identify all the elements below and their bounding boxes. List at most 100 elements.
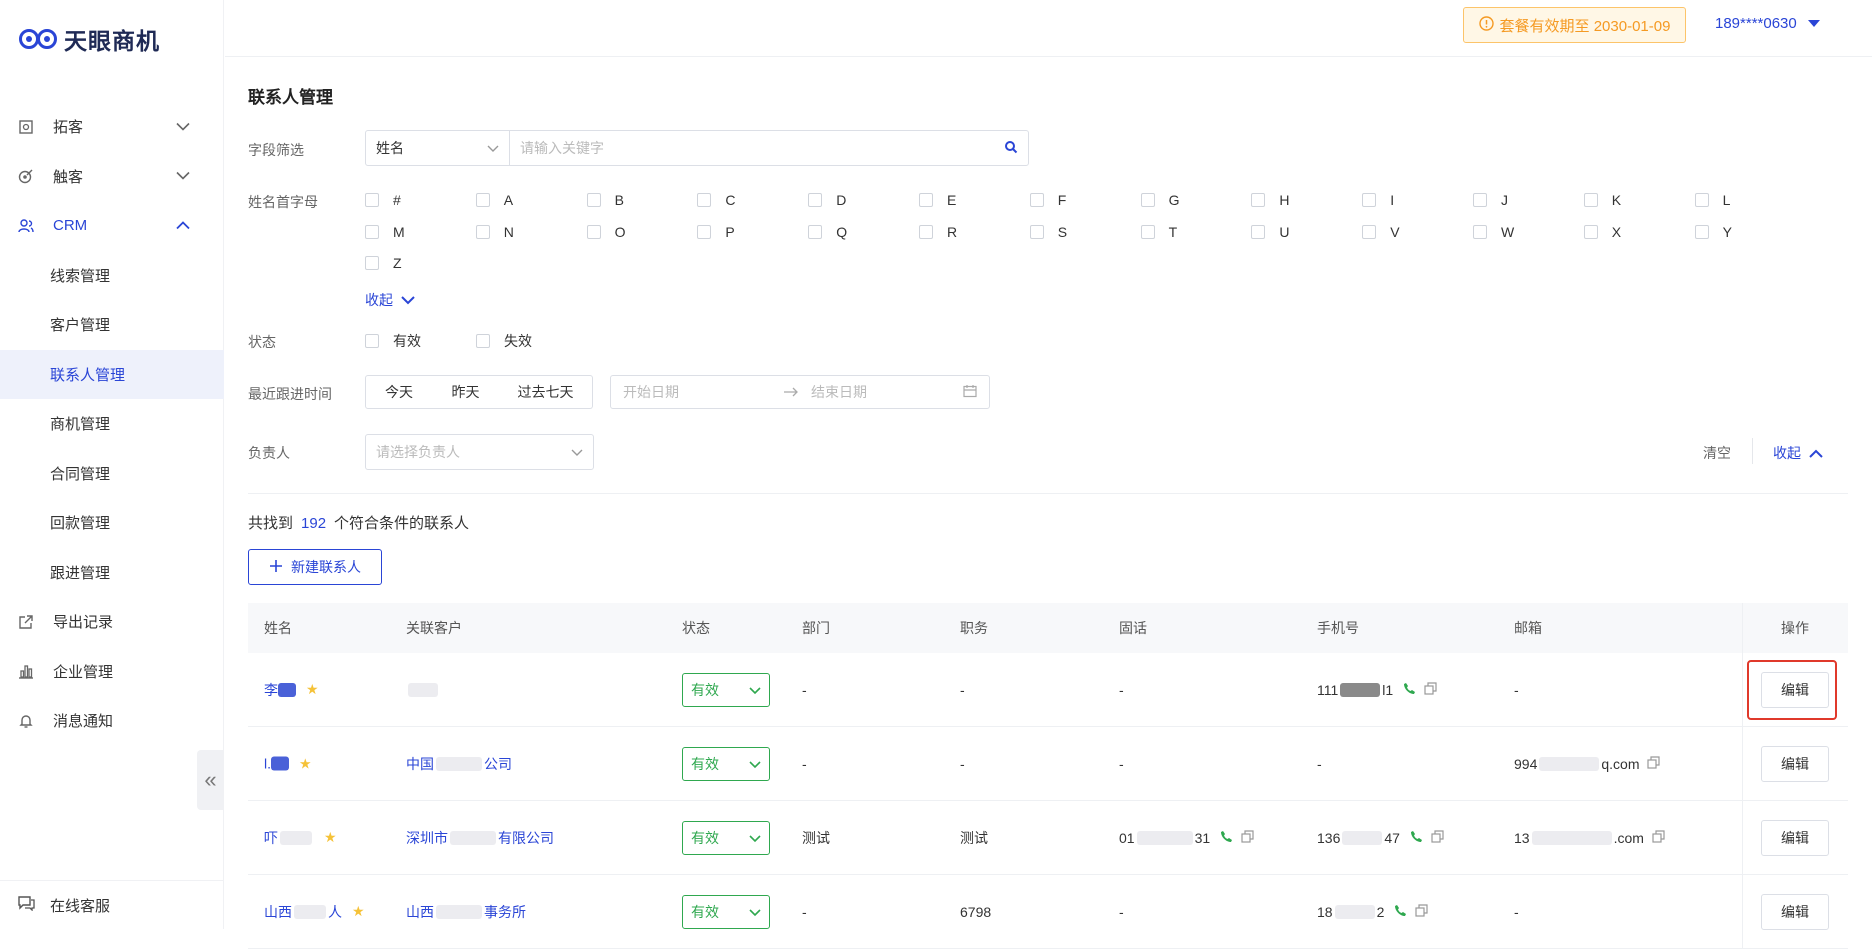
quick-date-last-7-days[interactable]: 过去七天 — [499, 375, 593, 409]
checkbox[interactable] — [697, 193, 712, 207]
checkbox[interactable] — [1029, 224, 1044, 239]
checkbox[interactable] — [1140, 224, 1155, 239]
sidebar-item-enterprise[interactable]: 企业管理 — [0, 647, 224, 697]
status-select[interactable]: 有效 — [682, 820, 770, 855]
checkbox[interactable] — [919, 193, 933, 207]
checkbox[interactable] — [365, 224, 379, 239]
initial-letter-option[interactable]: I — [1362, 192, 1394, 208]
checkbox[interactable] — [1362, 193, 1377, 207]
initial-letter-option[interactable]: O — [586, 224, 625, 240]
status-select[interactable]: 有效 — [682, 746, 770, 781]
initial-letter-option[interactable]: V — [1362, 224, 1400, 240]
edit-button[interactable]: 编辑 — [1761, 745, 1829, 782]
sidebar-sub-payments[interactable]: 回款管理 — [0, 498, 224, 548]
quick-date-yesterday[interactable]: 昨天 — [432, 375, 500, 409]
filters-collapse-toggle[interactable]: 收起 — [1773, 443, 1823, 463]
checkbox[interactable] — [1473, 224, 1487, 239]
checkbox[interactable] — [1583, 224, 1598, 239]
checkbox[interactable] — [808, 224, 823, 239]
initial-letter-option[interactable]: D — [808, 192, 846, 208]
related-customer-link[interactable]: 山西 事务所 — [406, 902, 526, 922]
initial-letter-option[interactable]: M — [365, 224, 405, 240]
sidebar-sub-opportunities[interactable]: 商机管理 — [0, 399, 224, 449]
sidebar-sub-contracts[interactable]: 合同管理 — [0, 449, 224, 499]
initial-letter-option[interactable]: F — [1029, 192, 1066, 208]
initial-letter-option[interactable]: W — [1473, 224, 1514, 240]
copy-icon[interactable] — [1415, 903, 1428, 920]
sidebar-item-chuke[interactable]: 触客 — [0, 152, 224, 202]
contact-name-link[interactable]: 吓 ★ — [264, 828, 337, 848]
contact-name-link[interactable]: l. ★ — [264, 755, 312, 772]
search-icon[interactable] — [1004, 140, 1018, 157]
star-icon[interactable]: ★ — [324, 829, 337, 846]
initial-letter-option[interactable]: J — [1473, 192, 1508, 208]
initial-letter-option[interactable]: S — [1029, 224, 1067, 240]
checkbox[interactable] — [476, 334, 490, 348]
star-icon[interactable]: ★ — [299, 755, 312, 772]
initial-letter-option[interactable]: A — [475, 192, 513, 208]
initial-letter-option[interactable]: C — [697, 192, 736, 208]
checkbox[interactable] — [697, 224, 712, 239]
related-customer-link[interactable]: 深圳市 有限公司 — [406, 828, 554, 848]
edit-button[interactable]: 编辑 — [1761, 819, 1829, 856]
initial-letter-option[interactable]: R — [919, 224, 957, 240]
sidebar-collapse-button[interactable]: « — [197, 750, 224, 810]
contact-name-link[interactable]: 李 ★ — [264, 680, 319, 700]
related-customer-link[interactable] — [406, 682, 440, 697]
checkbox[interactable] — [586, 224, 601, 239]
user-menu[interactable]: 189****0630 — [1715, 15, 1821, 32]
sidebar-item-notifications[interactable]: 消息通知 — [0, 696, 224, 746]
checkbox[interactable] — [365, 334, 379, 348]
initial-letter-option[interactable]: # — [365, 192, 401, 208]
initial-letter-option[interactable]: P — [697, 224, 735, 240]
checkbox[interactable] — [808, 193, 823, 207]
checkbox[interactable] — [365, 193, 379, 207]
contact-name-link[interactable]: 山西 人 ★ — [264, 902, 365, 922]
initial-letter-option[interactable]: T — [1140, 224, 1177, 240]
status-option-invalid[interactable]: 失效 — [476, 331, 532, 351]
date-range-picker[interactable]: 开始日期 结束日期 — [610, 375, 990, 409]
letters-collapse-toggle[interactable]: 收起 — [365, 290, 415, 310]
checkbox[interactable] — [1694, 224, 1709, 239]
checkbox[interactable] — [1583, 193, 1598, 207]
sidebar-sub-customers[interactable]: 客户管理 — [0, 300, 224, 350]
status-option-valid[interactable]: 有效 — [365, 331, 421, 351]
initial-letter-option[interactable]: U — [1251, 224, 1290, 240]
initial-letter-option[interactable]: X — [1583, 224, 1621, 240]
sidebar-sub-contacts[interactable]: 联系人管理 — [0, 349, 224, 399]
edit-button[interactable]: 编辑 — [1761, 671, 1829, 708]
checkbox[interactable] — [1140, 193, 1155, 207]
phone-icon[interactable] — [1410, 830, 1423, 846]
initial-letter-option[interactable]: E — [919, 192, 956, 208]
status-select[interactable]: 有效 — [682, 672, 770, 707]
quick-date-today[interactable]: 今天 — [365, 375, 433, 409]
initial-letter-option[interactable]: Q — [808, 224, 847, 240]
copy-icon[interactable] — [1647, 755, 1661, 772]
status-select[interactable]: 有效 — [682, 894, 770, 929]
checkbox[interactable] — [1362, 224, 1377, 239]
initial-letter-option[interactable]: G — [1140, 192, 1179, 208]
initial-letter-option[interactable]: B — [586, 192, 624, 208]
copy-icon[interactable] — [1652, 829, 1665, 846]
checkbox[interactable] — [919, 224, 933, 239]
online-service[interactable]: 在线客服 — [0, 880, 224, 929]
sidebar-item-tuoke[interactable]: 拓客 — [0, 102, 224, 152]
initial-letter-option[interactable]: H — [1251, 192, 1290, 208]
checkbox[interactable] — [1251, 193, 1266, 207]
sidebar-sub-leads[interactable]: 线索管理 — [0, 251, 224, 301]
star-icon[interactable]: ★ — [306, 681, 319, 698]
new-contact-button[interactable]: 新建联系人 — [248, 549, 382, 585]
related-customer-link[interactable]: 中国 公司 — [406, 754, 512, 774]
copy-icon[interactable] — [1431, 829, 1444, 846]
checkbox[interactable] — [586, 193, 601, 207]
initial-letter-option[interactable]: L — [1694, 192, 1730, 208]
phone-icon[interactable] — [1394, 904, 1407, 920]
phone-icon[interactable] — [1403, 682, 1416, 698]
owner-select[interactable]: 请选择负责人 — [365, 434, 594, 470]
checkbox[interactable] — [475, 193, 490, 207]
initial-letter-option[interactable]: Z — [365, 255, 402, 271]
checkbox[interactable] — [1473, 193, 1487, 207]
initial-letter-option[interactable]: N — [475, 224, 514, 240]
sidebar-item-export[interactable]: 导出记录 — [0, 597, 224, 647]
star-icon[interactable]: ★ — [352, 903, 365, 920]
